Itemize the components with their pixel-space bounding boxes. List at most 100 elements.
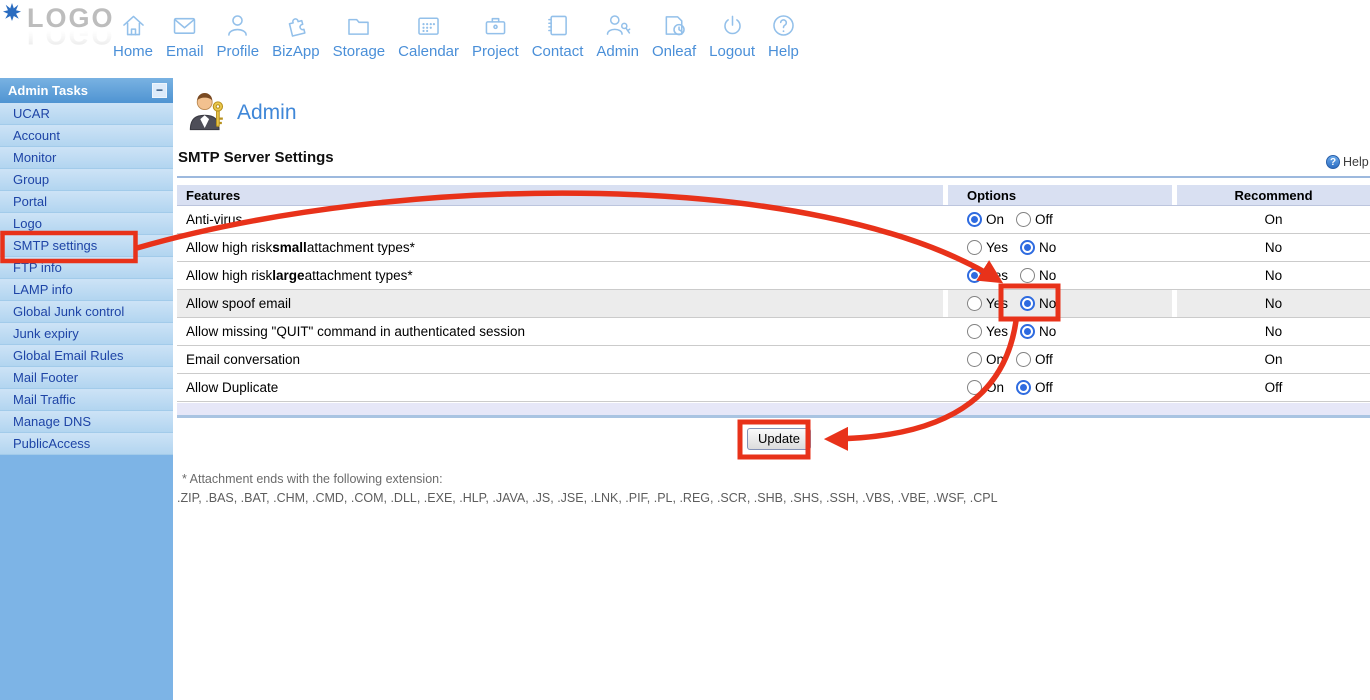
sidebar-item-ucar[interactable]: UCAR: [0, 103, 173, 125]
radio-option-yes[interactable]: Yes: [967, 240, 1008, 255]
table-row: Email conversationOnOffOn: [177, 346, 1370, 374]
nav-item-label: Onleaf: [652, 43, 696, 60]
sidebar-item-ftp-info[interactable]: FTP info: [0, 257, 173, 279]
nav-item-calendar[interactable]: Calendar: [398, 11, 459, 60]
question-circle-icon: ?: [1326, 155, 1340, 169]
radio-option-no[interactable]: No: [1020, 324, 1056, 339]
nav-item-label: Logout: [709, 43, 755, 60]
sidebar-item-smtp-settings[interactable]: SMTP settings: [0, 235, 173, 257]
sidebar-item-publicaccess[interactable]: PublicAccess: [0, 433, 173, 455]
power-icon: [718, 11, 747, 40]
nav-item-admin[interactable]: Admin: [596, 11, 639, 60]
radio-label: Off: [1035, 212, 1053, 227]
radio-label: Yes: [986, 268, 1008, 283]
radio-option-off[interactable]: Off: [1016, 352, 1053, 367]
sidebar-item-monitor[interactable]: Monitor: [0, 147, 173, 169]
nav-item-help[interactable]: Help: [768, 11, 799, 60]
sidebar-item-global-email-rules[interactable]: Global Email Rules: [0, 345, 173, 367]
radio-option-on[interactable]: On: [967, 212, 1004, 227]
footnote-extensions: .ZIP, .BAS, .BAT, .CHM, .CMD, .COM, .DLL…: [177, 491, 998, 505]
sidebar-item-mail-traffic[interactable]: Mail Traffic: [0, 389, 173, 411]
profile-icon: [223, 11, 252, 40]
help-link[interactable]: ? Help: [1326, 155, 1369, 169]
briefcase-icon: [481, 11, 510, 40]
options-cell: Yes No: [943, 318, 1172, 345]
radio-selected-icon[interactable]: [1020, 296, 1035, 311]
radio-unselected-icon[interactable]: [967, 240, 982, 255]
radio-option-no[interactable]: No: [1020, 296, 1056, 311]
update-button[interactable]: Update: [747, 428, 811, 450]
nav-item-label: Storage: [333, 43, 386, 60]
nav-item-email[interactable]: Email: [166, 11, 204, 60]
radio-option-off[interactable]: Off: [1016, 380, 1053, 395]
radio-label: No: [1039, 324, 1056, 339]
recommend-value: No: [1172, 262, 1370, 289]
sidebar-item-manage-dns[interactable]: Manage DNS: [0, 411, 173, 433]
radio-option-yes[interactable]: Yes: [967, 268, 1008, 283]
table-row: Anti-virusOnOffOn: [177, 206, 1370, 234]
column-header-options: Options: [943, 185, 1172, 205]
radio-selected-icon[interactable]: [1020, 324, 1035, 339]
radio-label: No: [1039, 268, 1056, 283]
smtp-table-body: Anti-virusOnOffOnAllow high risk small a…: [177, 206, 1370, 402]
radio-option-off[interactable]: Off: [1016, 212, 1053, 227]
nav-item-label: Project: [472, 43, 519, 60]
nav-item-bizapp[interactable]: BizApp: [272, 11, 320, 60]
radio-selected-icon[interactable]: [967, 268, 982, 283]
radio-unselected-icon[interactable]: [967, 296, 982, 311]
radio-label: Off: [1035, 380, 1053, 395]
address-book-icon: [543, 11, 572, 40]
sidebar-item-lamp-info[interactable]: LAMP info: [0, 279, 173, 301]
nav-item-label: Profile: [217, 43, 260, 60]
recommend-value: Off: [1172, 374, 1370, 401]
sidebar-item-account[interactable]: Account: [0, 125, 173, 147]
nav-item-storage[interactable]: Storage: [333, 11, 386, 60]
nav-item-label: BizApp: [272, 43, 320, 60]
sidebar-item-mail-footer[interactable]: Mail Footer: [0, 367, 173, 389]
radio-unselected-icon[interactable]: [1016, 212, 1031, 227]
radio-selected-icon[interactable]: [967, 212, 982, 227]
column-header-features: Features: [177, 185, 943, 205]
nav-item-onleaf[interactable]: Onleaf: [652, 11, 696, 60]
sidebar-item-junk-expiry[interactable]: Junk expiry: [0, 323, 173, 345]
radio-label: Yes: [986, 296, 1008, 311]
radio-option-yes[interactable]: Yes: [967, 296, 1008, 311]
recommend-value: No: [1172, 290, 1370, 317]
nav-item-home[interactable]: Home: [113, 11, 153, 60]
table-row: Allow DuplicateOnOffOff: [177, 374, 1370, 402]
starburst-icon: [3, 3, 21, 21]
radio-label: Yes: [986, 240, 1008, 255]
radio-selected-icon[interactable]: [1016, 380, 1031, 395]
radio-label: On: [986, 380, 1004, 395]
radio-option-no[interactable]: No: [1020, 240, 1056, 255]
nav-item-logout[interactable]: Logout: [709, 11, 755, 60]
radio-option-on[interactable]: On: [967, 380, 1004, 395]
nav-item-profile[interactable]: Profile: [217, 11, 260, 60]
feature-label: Allow spoof email: [177, 290, 943, 317]
radio-unselected-icon[interactable]: [967, 352, 982, 367]
nav-item-contact[interactable]: Contact: [532, 11, 584, 60]
radio-option-no[interactable]: No: [1020, 268, 1056, 283]
sidebar-item-group[interactable]: Group: [0, 169, 173, 191]
radio-option-yes[interactable]: Yes: [967, 324, 1008, 339]
sidebar-item-logo[interactable]: Logo: [0, 213, 173, 235]
radio-unselected-icon[interactable]: [967, 324, 982, 339]
radio-label: No: [1039, 240, 1056, 255]
nav-menu: Home Email Profile BizApp Storage Calendar Pro…: [113, 11, 799, 60]
feature-label: Allow high risk large attachment types*: [177, 262, 943, 289]
nav-item-label: Home: [113, 43, 153, 60]
email-icon: [170, 11, 199, 40]
collapse-icon[interactable]: −: [152, 83, 167, 98]
sidebar-item-portal[interactable]: Portal: [0, 191, 173, 213]
top-navigation-bar: LOGO LOGO HomeEmailProfileBizAppStorageC…: [0, 0, 1370, 78]
column-header-recommend: Recommend: [1172, 185, 1370, 205]
radio-unselected-icon[interactable]: [1016, 352, 1031, 367]
radio-label: No: [1039, 296, 1056, 311]
sidebar-item-global-junk-control[interactable]: Global Junk control: [0, 301, 173, 323]
radio-option-on[interactable]: On: [967, 352, 1004, 367]
nav-item-project[interactable]: Project: [472, 11, 519, 60]
radio-unselected-icon[interactable]: [967, 380, 982, 395]
radio-selected-icon[interactable]: [1020, 240, 1035, 255]
radio-unselected-icon[interactable]: [1020, 268, 1035, 283]
table-footer-strip: [177, 403, 1370, 418]
